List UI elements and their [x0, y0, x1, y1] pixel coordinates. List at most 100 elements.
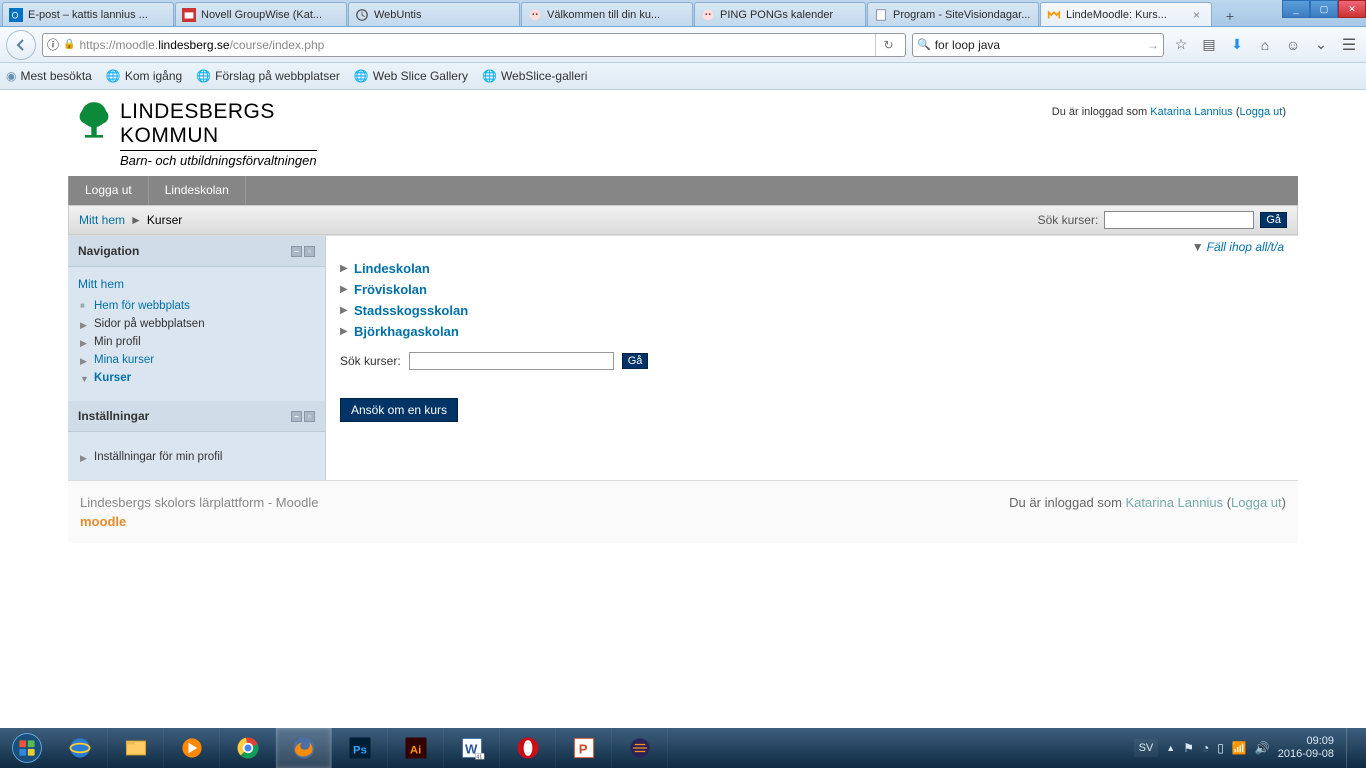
bookmark-item[interactable]: 🌐Förslag på webbplatser	[196, 69, 340, 83]
bookmark-item[interactable]: 🌐Kom igång	[106, 69, 182, 83]
nav-item[interactable]: ▶Sidor på webbplatsen	[78, 315, 315, 333]
task-photoshop[interactable]: Ps	[332, 728, 388, 768]
task-chrome[interactable]	[220, 728, 276, 768]
pingpong-icon	[701, 8, 715, 22]
new-tab-button[interactable]: +	[1217, 6, 1243, 26]
search-courses-input-main[interactable]	[409, 352, 614, 370]
clock[interactable]: 09:09 2016-09-08	[1278, 735, 1334, 761]
bookmark-item[interactable]: 🌐WebSlice-galleri	[482, 69, 587, 83]
nav-item[interactable]: Hem för webbplats	[78, 297, 315, 315]
show-desktop-button[interactable]	[1346, 728, 1358, 768]
tri-down-icon: ▼	[1192, 240, 1204, 254]
task-word[interactable]: W41	[444, 728, 500, 768]
course-category[interactable]: ▶Fröviskolan	[340, 279, 1284, 300]
apply-course-button[interactable]: Ansök om en kurs	[340, 398, 458, 422]
smiley-icon[interactable]: ☺	[1282, 34, 1304, 56]
settings-list: ▶Inställningar för min profil	[78, 448, 315, 466]
search-go-button[interactable]: Gå	[622, 353, 649, 369]
clock-time: 09:09	[1278, 735, 1334, 748]
task-mediaplayer[interactable]	[164, 728, 220, 768]
battery-icon[interactable]: ▯	[1217, 741, 1224, 755]
window-close-button[interactable]: ✕	[1338, 0, 1366, 18]
footer-user-link[interactable]: Katarina Lannius	[1126, 495, 1224, 510]
browser-tab[interactable]: Program - SiteVisiondagar...	[867, 2, 1039, 26]
tri-right-icon: ▶	[80, 356, 87, 367]
search-bar[interactable]: 🔍 for loop java →	[912, 33, 1164, 57]
site-logo[interactable]: LINDESBERGSKOMMUN Barn- och utbildningsf…	[68, 100, 317, 168]
browser-tab-bar: O E-post – kattis lannius ... Novell Gro…	[0, 0, 1366, 27]
taskbar: Ps Ai W41 P SV ▲ ⚑ ◔ ▯ 📶 🔊 09:09 2016-09…	[0, 728, 1366, 768]
home-icon[interactable]: ⌂	[1254, 34, 1276, 56]
nav-item[interactable]: ▶Min profil	[78, 333, 315, 351]
browser-tab[interactable]: Välkommen till din ku...	[521, 2, 693, 26]
course-category[interactable]: ▶Lindeskolan	[340, 258, 1284, 279]
svg-text:O: O	[12, 10, 19, 20]
tri-right-icon: ▶	[80, 453, 87, 464]
pocket-icon[interactable]: ⌄	[1310, 34, 1332, 56]
identity-icon[interactable]: ⓘ	[47, 36, 59, 53]
sync-icon[interactable]: ◔	[1202, 741, 1209, 755]
task-ie[interactable]	[52, 728, 108, 768]
settings-item[interactable]: ▶Inställningar för min profil	[78, 448, 315, 466]
browser-tab[interactable]: Novell GroupWise (Kat...	[175, 2, 347, 26]
login-info: Du är inloggad som Katarina Lannius (Log…	[1052, 100, 1298, 168]
nav-item[interactable]: ▶Mina kurser	[78, 351, 315, 369]
task-eclipse[interactable]	[612, 728, 668, 768]
nav-root-link[interactable]: Mitt hem	[78, 277, 124, 291]
browser-tab[interactable]: O E-post – kattis lannius ...	[2, 2, 174, 26]
menu-logout[interactable]: Logga ut	[68, 176, 149, 205]
bookmark-item[interactable]: 🌐Web Slice Gallery	[354, 69, 468, 83]
search-courses-label: Sök kurser:	[340, 354, 401, 368]
tri-down-icon: ▼	[80, 374, 89, 384]
language-indicator[interactable]: SV	[1134, 739, 1159, 757]
bookmark-star-icon[interactable]: ☆	[1170, 34, 1192, 56]
course-category[interactable]: ▶Björkhagaskolan	[340, 321, 1284, 342]
task-illustrator[interactable]: Ai	[388, 728, 444, 768]
svg-text:Ai: Ai	[409, 744, 420, 756]
user-link[interactable]: Katarina Lannius	[1150, 106, 1233, 118]
block-dock-icon[interactable]: ▫	[304, 246, 315, 257]
back-button[interactable]	[6, 30, 36, 60]
browser-tab[interactable]: WebUntis	[348, 2, 520, 26]
bookmark-item[interactable]: ◉Mest besökta	[6, 69, 92, 83]
task-firefox[interactable]	[276, 728, 332, 768]
block-dock-icon[interactable]: ▫	[304, 411, 315, 422]
svg-text:41: 41	[476, 755, 482, 761]
task-opera[interactable]	[500, 728, 556, 768]
network-icon[interactable]: 📶	[1232, 741, 1247, 755]
block-hide-icon[interactable]: –	[291, 411, 302, 422]
tab-label: Program - SiteVisiondagar...	[893, 9, 1032, 21]
downloads-icon[interactable]: ⬇	[1226, 34, 1248, 56]
course-category[interactable]: ▶Stadsskogsskolan	[340, 300, 1284, 321]
task-powerpoint[interactable]: P	[556, 728, 612, 768]
block-header: Navigation – ▫	[68, 236, 325, 267]
breadcrumb-home[interactable]: Mitt hem	[79, 213, 125, 227]
search-courses-go-button[interactable]: Gå	[1260, 212, 1287, 228]
tab-close-icon[interactable]: ×	[1193, 8, 1205, 22]
reader-icon[interactable]: ▤	[1198, 34, 1220, 56]
tab-label: Välkommen till din ku...	[547, 9, 686, 21]
window-maximize-button[interactable]: ▢	[1310, 0, 1338, 18]
system-tray: SV ▲ ⚑ ◔ ▯ 📶 🔊 09:09 2016-09-08	[1134, 728, 1364, 768]
search-go-icon[interactable]: →	[1147, 38, 1159, 52]
flag-icon[interactable]: ⚑	[1183, 741, 1194, 755]
logout-link[interactable]: Logga ut	[1240, 106, 1283, 118]
menu-lindeskolan[interactable]: Lindeskolan	[149, 176, 246, 205]
task-explorer[interactable]	[108, 728, 164, 768]
collapse-all-link[interactable]: ▼Fäll ihop all/t/a	[1192, 240, 1284, 254]
browser-tab-active[interactable]: LindeMoodle: Kurs... ×	[1040, 2, 1212, 26]
browser-tab[interactable]: PING PONGs kalender	[694, 2, 866, 26]
moodle-logo[interactable]: moodle	[80, 514, 318, 529]
nav-item-current[interactable]: ▼Kurser	[78, 369, 315, 387]
footer-logout-link[interactable]: Logga ut	[1231, 495, 1282, 510]
reload-button[interactable]: ↻	[875, 34, 901, 56]
window-minimize-button[interactable]: _	[1282, 0, 1310, 18]
volume-icon[interactable]: 🔊	[1255, 741, 1270, 755]
search-courses-input[interactable]	[1104, 211, 1254, 229]
url-bar[interactable]: ⓘ 🔒 https://moodle.lindesberg.se/course/…	[42, 33, 906, 57]
start-button[interactable]	[2, 728, 52, 768]
globe-icon: 🌐	[354, 69, 369, 83]
tray-overflow-icon[interactable]: ▲	[1166, 743, 1175, 753]
block-hide-icon[interactable]: –	[291, 246, 302, 257]
menu-icon[interactable]: ☰	[1338, 34, 1360, 56]
